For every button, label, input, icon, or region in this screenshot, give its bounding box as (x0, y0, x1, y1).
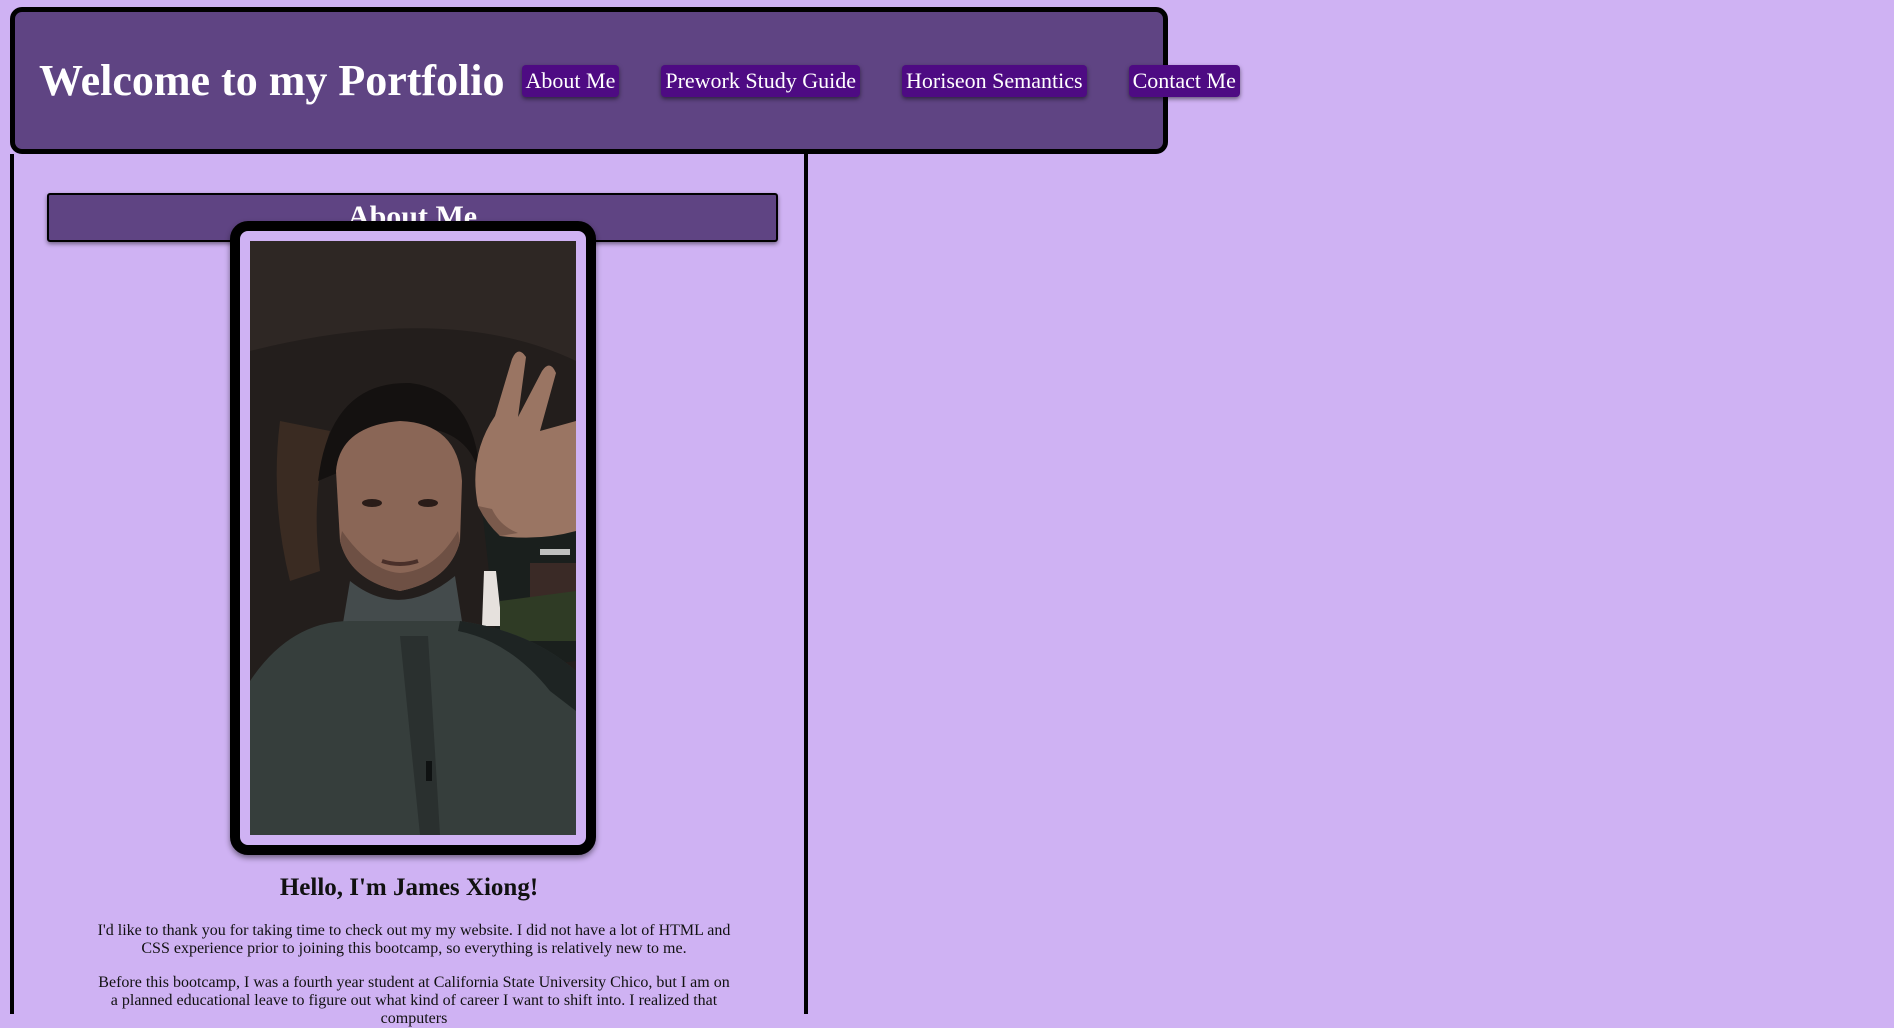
about-paragraph: I'd like to thank you for taking time to… (97, 922, 731, 957)
about-section: About Me Hello, I'm James Xiong! I'd lik… (10, 154, 808, 1027)
nav-link-contact-me[interactable]: Contact Me (1128, 64, 1240, 97)
site-title: Welcome to my Portfolio (39, 56, 505, 105)
about-paragraph: Before this bootcamp, I was a fourth yea… (98, 974, 730, 1027)
nav-link-prework-study-guide[interactable]: Prework Study Guide (661, 64, 860, 97)
profile-photo-frame (230, 221, 596, 855)
nav-link-about-me[interactable]: About Me (521, 64, 620, 97)
site-header: Welcome to my Portfolio About Me Prework… (10, 7, 1240, 154)
greeting-heading: Hello, I'm James Xiong! (279, 874, 539, 901)
profile-photo (250, 241, 576, 835)
nav-link-horiseon-semantics[interactable]: Horiseon Semantics (902, 64, 1087, 97)
main-nav: About Me Prework Study Guide Horiseon Se… (521, 64, 1282, 97)
